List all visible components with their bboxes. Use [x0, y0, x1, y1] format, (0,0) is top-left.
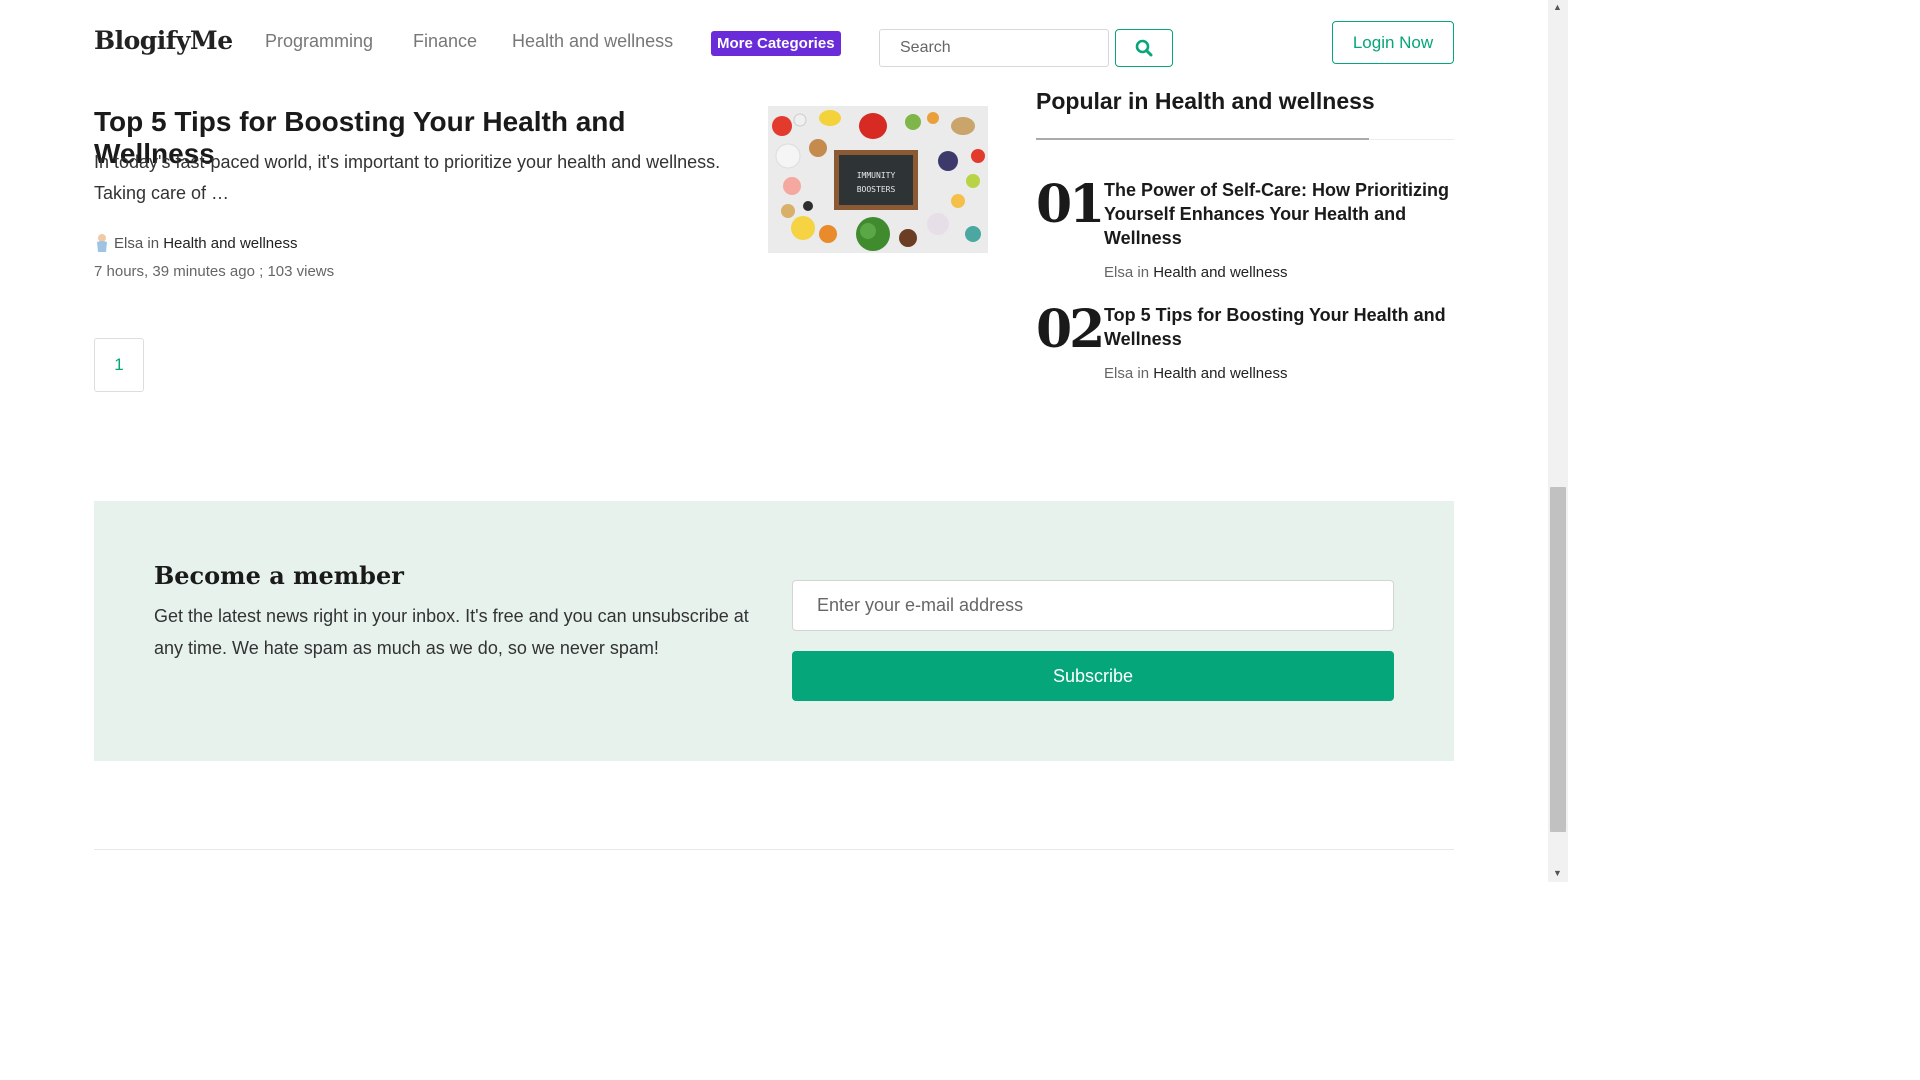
article-in-word: in [147, 234, 160, 252]
nav-programming[interactable]: Programming [265, 31, 373, 52]
subscribe-button[interactable]: Subscribe [792, 651, 1394, 701]
search-button[interactable] [1115, 29, 1173, 67]
site-logo[interactable]: BlogifyMe [94, 26, 233, 55]
article-meta: 7 hours, 39 minutes ago ; 103 views [94, 263, 335, 280]
popular-divider-accent [1036, 138, 1369, 140]
popular-item-meta-2: Elsa in Health and wellness [1104, 365, 1287, 382]
site-header: BlogifyMe Programming Finance Health and… [0, 0, 1548, 86]
image-text-line-2: BOOSTERS [857, 185, 896, 194]
popular-item-in-word-1: in [1137, 264, 1150, 281]
login-button[interactable]: Login Now [1332, 21, 1454, 64]
scroll-down-arrow-icon[interactable]: ▼ [1553, 868, 1562, 878]
popular-item-author-2[interactable]: Elsa [1104, 365, 1133, 382]
popular-item-author-1[interactable]: Elsa [1104, 264, 1133, 281]
popular-item-in-word-2: in [1137, 365, 1150, 382]
page-scrollbar[interactable]: ▲ ▼ [1548, 0, 1568, 882]
article-author[interactable]: Elsa [114, 235, 143, 252]
immunity-boosters-image: IMMUNITY BOOSTERS [768, 106, 988, 253]
article-excerpt: In today's fast-paced world, it's import… [94, 152, 721, 203]
pagination-page-1[interactable]: 1 [94, 338, 144, 392]
popular-rank-1: 01 [1036, 174, 1105, 235]
newsletter-text: Get the latest news right in your inbox.… [154, 606, 749, 658]
popular-item-category-1[interactable]: Health and wellness [1153, 264, 1287, 281]
popular-item-title-2[interactable]: Top 5 Tips for Boosting Your Health and … [1104, 303, 1456, 351]
popular-title: Popular in Health and wellness [1036, 88, 1375, 114]
popular-item-title-1[interactable]: The Power of Self-Care: How Prioritizing… [1104, 178, 1456, 250]
scroll-up-arrow-icon[interactable]: ▲ [1553, 2, 1562, 12]
footer-divider [94, 849, 1454, 850]
newsletter-email-input[interactable] [792, 580, 1394, 631]
nav-finance[interactable]: Finance [413, 31, 477, 52]
article-author-line: Elsa in Health and wellness [94, 232, 297, 254]
popular-item-category-2[interactable]: Health and wellness [1153, 365, 1287, 382]
scrollbar-thumb[interactable] [1550, 487, 1566, 832]
article-image[interactable]: IMMUNITY BOOSTERS [768, 106, 988, 253]
search-input[interactable] [879, 29, 1109, 67]
popular-rank-2: 02 [1036, 299, 1105, 360]
popular-item-meta-1: Elsa in Health and wellness [1104, 264, 1287, 281]
nav-health-and-wellness[interactable]: Health and wellness [512, 31, 673, 52]
newsletter-title: Become a member [154, 561, 404, 590]
more-categories-button[interactable]: More Categories [711, 31, 841, 56]
image-text-line-1: IMMUNITY [857, 171, 896, 180]
article-category-link[interactable]: Health and wellness [163, 235, 297, 252]
author-avatar[interactable] [94, 232, 110, 254]
search-icon [1135, 39, 1153, 57]
newsletter-section: Become a member Get the latest news righ… [94, 501, 1454, 761]
